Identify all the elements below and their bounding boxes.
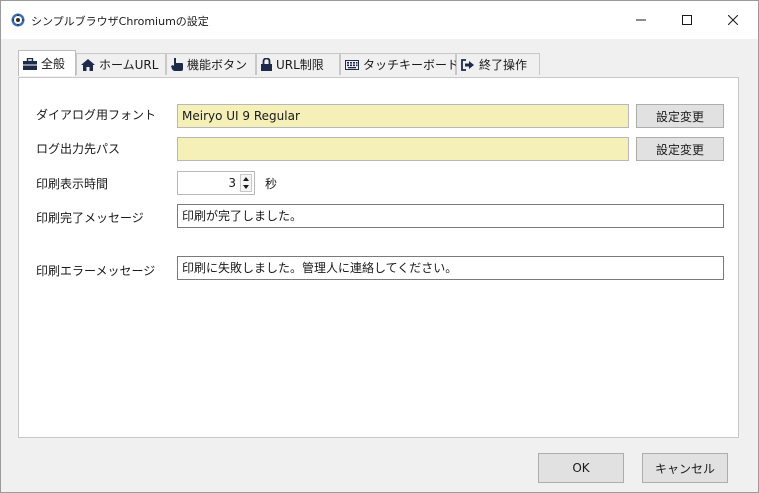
stepper-arrows[interactable] [240, 174, 252, 192]
tab-label: タッチキーボード [363, 58, 460, 72]
stepper-down-icon[interactable] [241, 183, 251, 191]
general-settings-panel: ダイアログ用フォント Meiryo UI 9 Regular 設定変更 ログ出力… [18, 77, 739, 438]
font-field[interactable]: Meiryo UI 9 Regular [177, 104, 629, 128]
settings-window: シンプルブラウザChromiumの設定 全般 ホームURL 機能ボタン URL制… [0, 0, 759, 493]
minimize-button[interactable] [618, 1, 664, 39]
tab-touch-keyboard[interactable]: タッチキーボード [340, 53, 460, 75]
tab-exit-operation[interactable]: 終了操作 [456, 53, 540, 75]
ok-button[interactable]: OK [538, 453, 624, 483]
cancel-button[interactable]: キャンセル [642, 453, 728, 483]
print-done-field[interactable]: 印刷が完了しました。 [177, 204, 724, 228]
minimize-icon [636, 19, 646, 21]
briefcase-icon [23, 57, 37, 70]
tab-label: 全般 [41, 57, 66, 71]
log-path-label: ログ出力先パス [36, 142, 121, 156]
hand-pointer-icon [171, 58, 183, 71]
window-title: シンプルブラウザChromiumの設定 [31, 15, 209, 28]
print-done-label: 印刷完了メッセージ [36, 211, 144, 225]
print-error-field[interactable]: 印刷に失敗しました。管理人に連絡してください。 [177, 256, 724, 280]
log-path-change-button[interactable]: 設定変更 [636, 137, 724, 161]
sign-out-icon [461, 58, 474, 71]
lock-icon [261, 58, 272, 71]
tab-label: ホームURL [99, 58, 159, 72]
print-error-label: 印刷エラーメッセージ [36, 264, 156, 278]
print-time-unit: 秒 [265, 177, 278, 191]
font-change-button[interactable]: 設定変更 [636, 104, 724, 128]
print-time-label: 印刷表示時間 [36, 177, 109, 191]
tab-strip: 全般 ホームURL 機能ボタン URL制限 タッチキーボード 終了操作 [1, 39, 758, 79]
font-label: ダイアログ用フォント [36, 108, 157, 122]
maximize-button[interactable] [664, 1, 710, 39]
stepper-up-icon[interactable] [241, 175, 251, 183]
print-time-value: 3 [228, 176, 236, 190]
tab-general[interactable]: 全般 [18, 50, 76, 76]
tab-url-restriction[interactable]: URL制限 [256, 53, 340, 75]
maximize-icon [682, 15, 692, 25]
print-time-stepper[interactable]: 3 [177, 171, 255, 195]
title-bar: シンプルブラウザChromiumの設定 [1, 1, 758, 39]
tab-label: 機能ボタン [187, 58, 248, 72]
tab-home-url[interactable]: ホームURL [76, 53, 166, 75]
app-gear-icon [11, 13, 25, 27]
tab-function-buttons[interactable]: 機能ボタン [166, 53, 256, 75]
tab-label: URL制限 [276, 58, 324, 72]
close-button[interactable] [710, 1, 756, 39]
close-icon [728, 15, 738, 25]
home-icon [81, 58, 95, 71]
keyboard-icon [345, 59, 359, 70]
tab-label: 終了操作 [479, 58, 528, 72]
log-path-field[interactable] [177, 137, 629, 161]
